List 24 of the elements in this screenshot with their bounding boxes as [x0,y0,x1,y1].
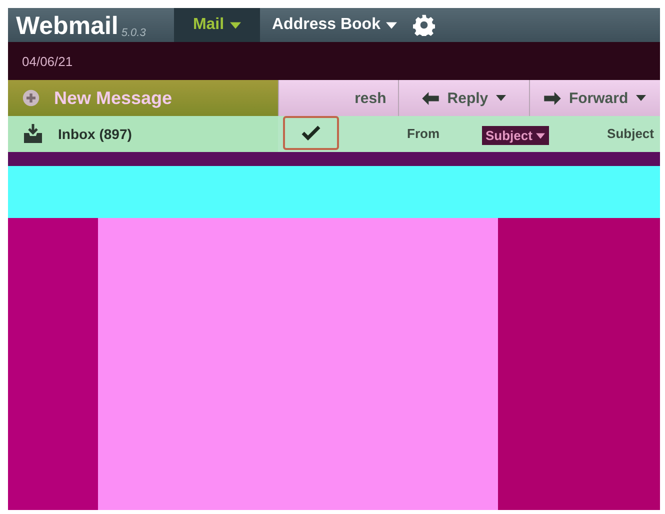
nav-tab[interactable]: Address Book [260,8,410,42]
nav-tab[interactable]: Mail [174,8,260,42]
arrow-right-icon [544,92,561,104]
date-label: 04/06/21 [22,54,73,68]
caret-icon [496,95,506,101]
column-header[interactable]: Subject [482,126,550,145]
check-icon [301,125,321,141]
caret-icon [386,22,398,28]
caret-icon [230,22,242,28]
select-all-checkbox[interactable] [283,116,339,150]
app-logo: Webmail [16,12,118,40]
toolbar-button[interactable]: resh [278,80,398,116]
plus-icon [22,89,40,107]
column-header[interactable]: From [407,116,440,141]
inbox-icon [22,123,44,145]
column-header[interactable]: Subject [607,116,660,141]
caret-icon [636,95,646,101]
arrow-left-icon [422,92,440,104]
toolbar-button[interactable]: Reply [398,80,530,116]
caret-icon [536,132,546,138]
settings-icon[interactable] [413,14,436,36]
folder-item[interactable]: Inbox (897) [8,116,278,152]
toolbar-button[interactable]: Forward [529,80,660,116]
version-label: 5.0.3 [121,27,146,39]
